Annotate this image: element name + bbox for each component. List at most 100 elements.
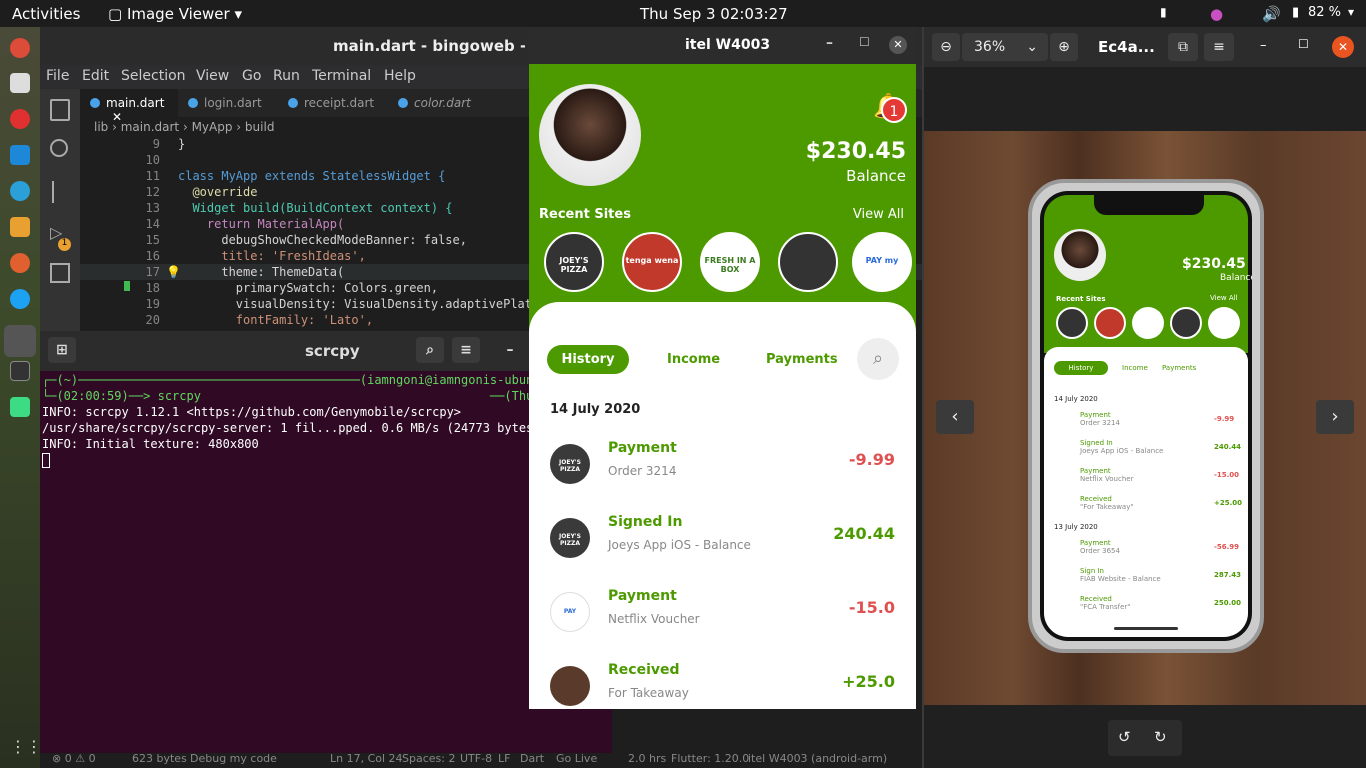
status-eol[interactable]: LF	[498, 752, 510, 765]
phone-mockup: $230.45 Balance Recent Sites View All Hi…	[1028, 179, 1264, 653]
menu-view[interactable]: View	[196, 68, 229, 84]
site-tenga-wena[interactable]: tenga wena	[622, 232, 682, 292]
menu-edit[interactable]: Edit	[82, 68, 109, 84]
files-icon[interactable]	[10, 73, 30, 93]
breadcrumb-item[interactable]: build	[245, 120, 275, 134]
volume-icon[interactable]: 🔊	[1262, 5, 1281, 23]
displayed-image[interactable]: $230.45 Balance Recent Sites View All Hi…	[924, 131, 1366, 705]
app-folder-icon[interactable]	[10, 217, 30, 237]
mock-site	[1170, 307, 1202, 339]
minimize-icon[interactable]: –	[1260, 38, 1267, 53]
close-icon[interactable]: ✕	[1332, 36, 1354, 58]
tab-main-dart[interactable]: main.dart ✕	[80, 89, 178, 124]
app-icon[interactable]	[10, 109, 30, 129]
zoom-level[interactable]: 36% ⌄	[962, 33, 1048, 61]
mock-row-title: Payment	[1080, 539, 1111, 547]
image-viewer-icon[interactable]	[4, 325, 36, 357]
clock[interactable]: Thu Sep 3 02:03:27	[640, 5, 788, 23]
show-apps-icon[interactable]: ⋮⋮	[10, 737, 42, 757]
menu-file[interactable]: File	[46, 68, 69, 84]
activities-button[interactable]: Activities	[12, 5, 80, 23]
image-viewer-headerbar: ⊖ 36% ⌄ ⊕ Ec4a... ⧉ ≡ – ☐ ✕	[924, 27, 1366, 67]
close-icon[interactable]: ✕	[889, 36, 907, 54]
site-joeys-pizza[interactable]: JOEY'S PIZZA	[544, 232, 604, 292]
phone-indicator-icon[interactable]: ▮	[1160, 5, 1167, 19]
menu-icon[interactable]: ≡	[1204, 33, 1234, 61]
menu-go[interactable]: Go	[242, 68, 261, 84]
minimize-icon[interactable]: –	[826, 35, 833, 51]
transaction-row[interactable]: Received For Takeaway +25.0	[529, 656, 916, 709]
breadcrumb-item[interactable]: main.dart	[121, 120, 179, 134]
app-indicator-icon[interactable]: ●	[1210, 5, 1223, 23]
search-icon[interactable]: ⌕	[416, 337, 444, 363]
tab-history[interactable]: History	[547, 345, 629, 374]
status-position[interactable]: Ln 17, Col 24	[330, 752, 403, 765]
site-fresh-in-a-box[interactable]: FRESH IN A BOX	[700, 232, 760, 292]
menu-run[interactable]: Run	[273, 68, 300, 84]
status-golive[interactable]: Go Live	[556, 752, 597, 765]
previous-image-icon[interactable]: ‹	[936, 400, 974, 434]
status-encoding[interactable]: UTF-8	[460, 752, 492, 765]
avatar[interactable]	[539, 84, 641, 186]
chrome-icon[interactable]	[10, 38, 30, 58]
search-icon[interactable]: ⌕	[857, 338, 899, 380]
extensions-icon[interactable]	[50, 263, 70, 283]
transaction-row[interactable]: PAY Payment Netflix Voucher -15.0	[529, 582, 916, 652]
tab-login-dart[interactable]: login.dart	[178, 89, 278, 117]
terminal-cursor[interactable]	[42, 453, 50, 468]
app-u-icon[interactable]	[10, 181, 30, 201]
source-control-icon[interactable]	[52, 181, 66, 203]
zoom-in-icon[interactable]: ⊕	[1050, 33, 1078, 61]
menu-terminal[interactable]: Terminal	[312, 68, 371, 84]
mock-row-amount: -9.99	[1214, 415, 1235, 423]
explorer-icon[interactable]	[50, 99, 70, 121]
breadcrumb-item[interactable]: lib	[94, 120, 108, 134]
rotate-right-icon[interactable]: ↻	[1154, 728, 1167, 746]
site-paymy[interactable]: PAY my	[852, 232, 912, 292]
new-tab-icon[interactable]: ⊞	[48, 337, 76, 363]
terminal-icon[interactable]	[10, 361, 30, 381]
tab-payments[interactable]: Payments	[766, 352, 838, 367]
app-menu-label: Image Viewer	[126, 5, 230, 23]
mock-row-sub: FIAB Website - Balance	[1080, 575, 1161, 583]
battery-icon[interactable]: ▮	[1292, 5, 1299, 20]
menu-icon[interactable]: ≡	[452, 337, 480, 363]
view-all-link[interactable]: View All	[853, 207, 904, 222]
transaction-row[interactable]: JOEY'S PIZZA Payment Order 3214 -9.99	[529, 434, 916, 504]
site-kudu[interactable]	[778, 232, 838, 292]
line-number: 13	[145, 201, 160, 215]
transaction-avatar: JOEY'S PIZZA	[550, 518, 590, 558]
line-number: 10	[145, 153, 160, 167]
vscode-icon[interactable]	[10, 145, 30, 165]
menu-selection[interactable]: Selection	[121, 68, 186, 84]
code-line: Widget build(BuildContext context) {	[178, 201, 453, 215]
tab-income[interactable]: Income	[667, 352, 720, 367]
android-icon[interactable]	[10, 397, 30, 417]
lightbulb-icon[interactable]: 💡	[166, 265, 181, 279]
fullscreen-icon[interactable]: ⧉	[1168, 33, 1198, 61]
maximize-icon[interactable]: ☐	[859, 35, 870, 49]
status-flutter[interactable]: Flutter: 1.20.0	[671, 752, 749, 765]
next-image-icon[interactable]: ›	[1316, 400, 1354, 434]
rotate-left-icon[interactable]: ↺	[1118, 728, 1131, 746]
twitter-icon[interactable]	[10, 289, 30, 309]
system-menu-icon[interactable]: ▾	[1348, 5, 1354, 19]
firefox-icon[interactable]	[10, 253, 30, 273]
status-indent[interactable]: Spaces: 2	[402, 752, 455, 765]
status-device[interactable]: itel W4003 (android-arm)	[748, 752, 887, 765]
zoom-out-icon[interactable]: ⊖	[932, 33, 960, 61]
tab-receipt-dart[interactable]: receipt.dart	[278, 89, 388, 117]
tab-color-dart[interactable]: color.dart	[388, 89, 488, 117]
app-menu[interactable]: ▢ Image Viewer ▾	[108, 5, 242, 23]
transaction-row[interactable]: JOEY'S PIZZA Signed In Joeys App iOS - B…	[529, 508, 916, 578]
phone-mockup-screen: $230.45 Balance Recent Sites View All Hi…	[1040, 191, 1252, 641]
menu-help[interactable]: Help	[384, 68, 416, 84]
search-icon[interactable]	[50, 139, 68, 157]
status-problems[interactable]: ⊗ 0 ⚠ 0	[52, 752, 96, 765]
maximize-icon[interactable]: ☐	[1298, 37, 1309, 51]
minimize-icon[interactable]: –	[496, 337, 524, 363]
battery-label[interactable]: 82 %	[1308, 5, 1341, 20]
breadcrumb-item[interactable]: MyApp	[192, 120, 233, 134]
status-debug[interactable]: Debug my code	[190, 752, 277, 765]
status-language[interactable]: Dart	[520, 752, 544, 765]
